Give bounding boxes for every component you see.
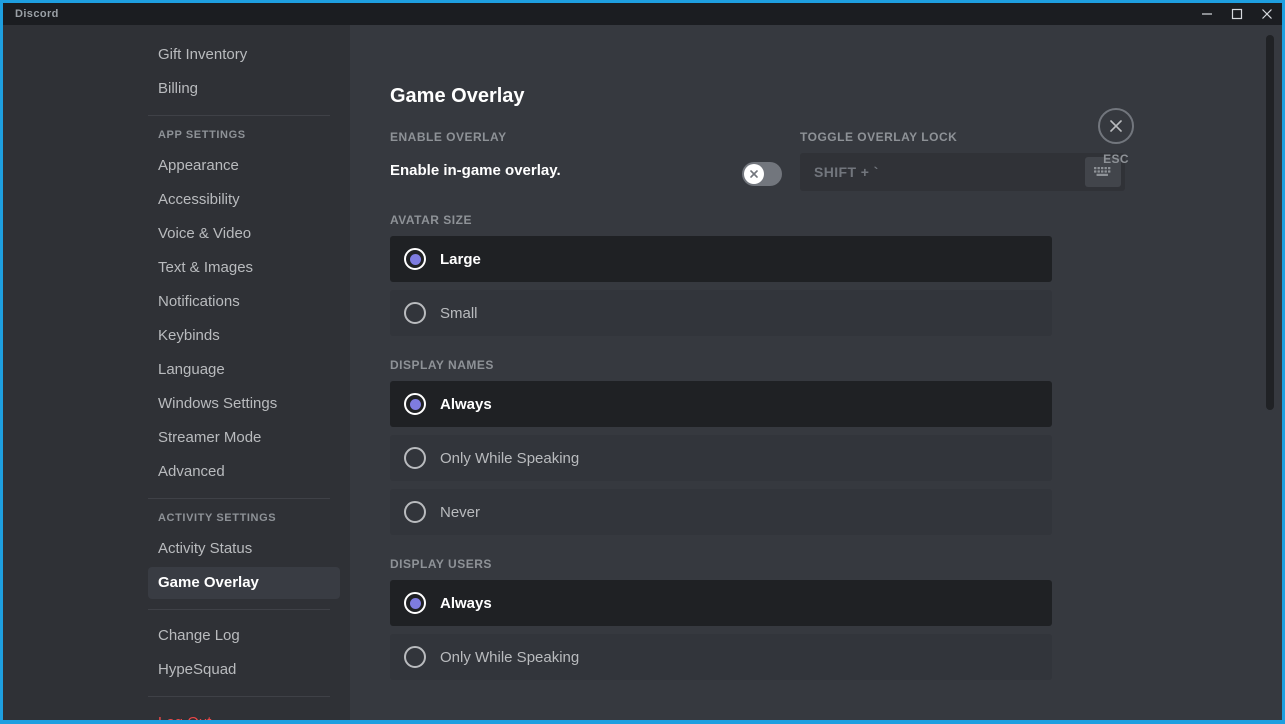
enable-overlay-description: Enable in-game overlay. <box>390 161 561 179</box>
radio-option-avatar-size-small[interactable]: Small <box>390 290 1052 336</box>
radio-button-icon <box>404 248 426 270</box>
radio-group-label: DISPLAY NAMES <box>390 358 494 372</box>
sidebar-item-text-images[interactable]: Text & Images <box>148 252 340 284</box>
radio-groups: AVATAR SIZE Large Small DISPLAY NAMES Always… <box>390 213 1282 680</box>
radio-button-icon <box>404 592 426 614</box>
sidebar-item-voice-video[interactable]: Voice & Video <box>148 218 340 250</box>
sidebar-group-header: ACTIVITY SETTINGS <box>158 512 277 524</box>
keybind-input[interactable]: SHIFT + ` <box>800 153 1125 191</box>
radio-option-label: Never <box>440 503 481 521</box>
radio-selected-dot <box>409 597 421 609</box>
sidebar-item-billing[interactable]: Billing <box>148 73 340 105</box>
radio-option-label: Small <box>440 304 478 322</box>
sidebar-item-hypesquad[interactable]: HypeSquad <box>148 654 340 686</box>
radio-option-display-names-only-while-speaking[interactable]: Only While Speaking <box>390 435 1052 481</box>
scrollbar-thumb[interactable] <box>1266 35 1274 410</box>
sidebar-divider <box>148 115 330 116</box>
enable-overlay-left: ENABLE OVERLAY Enable in-game overlay. <box>390 130 720 191</box>
radio-option-display-names-never[interactable]: Never <box>390 489 1052 535</box>
sidebar-item-advanced[interactable]: Advanced <box>148 456 340 488</box>
settings-sidebar: Gift Inventory Billing APP SETTINGS Appeara… <box>3 25 350 720</box>
radio-selected-dot <box>409 253 421 265</box>
radio-button-icon <box>404 393 426 415</box>
radio-option-label: Always <box>440 594 492 612</box>
content-scrollbar[interactable] <box>1266 25 1274 720</box>
minimize-icon[interactable] <box>1192 3 1222 25</box>
radio-option-avatar-size-large[interactable]: Large <box>390 236 1052 282</box>
sidebar-item-windows-settings[interactable]: Windows Settings <box>148 388 340 420</box>
sidebar-item-notifications[interactable]: Notifications <box>148 286 340 318</box>
discord-window: Discord Gift Inventory Billing APP SETTING… <box>0 0 1285 724</box>
radio-group-label: DISPLAY USERS <box>390 557 492 571</box>
window-controls <box>1192 3 1282 25</box>
enable-overlay-toggle[interactable] <box>742 162 782 186</box>
radio-group-label: AVATAR SIZE <box>390 213 472 227</box>
radio-option-display-names-always[interactable]: Always <box>390 381 1052 427</box>
sidebar-item-keybinds[interactable]: Keybinds <box>148 320 340 352</box>
radio-button-icon <box>404 447 426 469</box>
esc-label: ESC <box>1103 152 1129 166</box>
sidebar-item-change-log[interactable]: Change Log <box>148 620 340 652</box>
radio-group-avatar-size: AVATAR SIZE Large Small <box>390 213 1052 336</box>
radio-option-display-users-always[interactable]: Always <box>390 580 1052 626</box>
close-x-icon <box>1098 108 1134 144</box>
radio-selected-dot <box>409 398 421 410</box>
keybind-value: SHIFT + ` <box>814 164 879 180</box>
radio-option-display-users-only-while-speaking[interactable]: Only While Speaking <box>390 634 1052 680</box>
toggle-overlay-lock-section: TOGGLE OVERLAY LOCK SHIFT + ` <box>800 130 1125 191</box>
enable-overlay-label: ENABLE OVERLAY <box>390 130 507 144</box>
sidebar-item-accessibility[interactable]: Accessibility <box>148 184 340 216</box>
enable-overlay-toggle-wrap <box>742 157 784 191</box>
page-title: Game Overlay <box>390 85 525 107</box>
settings-content: Game Overlay ENABLE OVERLAY Enable in-ga… <box>350 25 1282 720</box>
radio-option-label: Large <box>440 250 481 268</box>
close-settings-button[interactable]: ESC <box>1086 108 1146 166</box>
sidebar-item-gift-inventory[interactable]: Gift Inventory <box>148 39 340 71</box>
sidebar-item-streamer-mode[interactable]: Streamer Mode <box>148 422 340 454</box>
window-body: Gift Inventory Billing APP SETTINGS Appeara… <box>3 25 1282 720</box>
close-x-icon <box>750 170 758 178</box>
radio-button-icon <box>404 501 426 523</box>
close-icon[interactable] <box>1252 3 1282 25</box>
sidebar-item-appearance[interactable]: Appearance <box>148 150 340 182</box>
enable-overlay-section: ENABLE OVERLAY Enable in-game overlay. T… <box>390 130 1125 191</box>
sidebar-group-header: APP SETTINGS <box>158 129 246 141</box>
radio-group-display-names: DISPLAY NAMES Always Only While Speaking Ne… <box>390 358 1052 535</box>
radio-button-icon <box>404 302 426 324</box>
radio-option-label: Only While Speaking <box>440 449 580 467</box>
radio-group-display-users: DISPLAY USERS Always Only While Speaking <box>390 557 1052 680</box>
sidebar-item-activity-status[interactable]: Activity Status <box>148 533 340 565</box>
maximize-icon[interactable] <box>1222 3 1252 25</box>
app-title: Discord <box>15 8 59 20</box>
radio-button-icon <box>404 646 426 668</box>
radio-option-label: Only While Speaking <box>440 648 580 666</box>
radio-option-label: Always <box>440 395 492 413</box>
sidebar-item-language[interactable]: Language <box>148 354 340 386</box>
sidebar-item-game-overlay[interactable]: Game Overlay <box>148 567 340 599</box>
title-bar: Discord <box>3 3 1282 25</box>
toggle-knob <box>744 164 764 184</box>
sidebar-divider <box>148 609 330 610</box>
toggle-overlay-lock-label: TOGGLE OVERLAY LOCK <box>800 130 958 144</box>
sidebar-divider <box>148 696 330 697</box>
sidebar-item-log-out[interactable]: Log Out <box>148 707 340 720</box>
sidebar-nav: Gift Inventory Billing APP SETTINGS Appeara… <box>3 25 350 720</box>
sidebar-divider <box>148 498 330 499</box>
